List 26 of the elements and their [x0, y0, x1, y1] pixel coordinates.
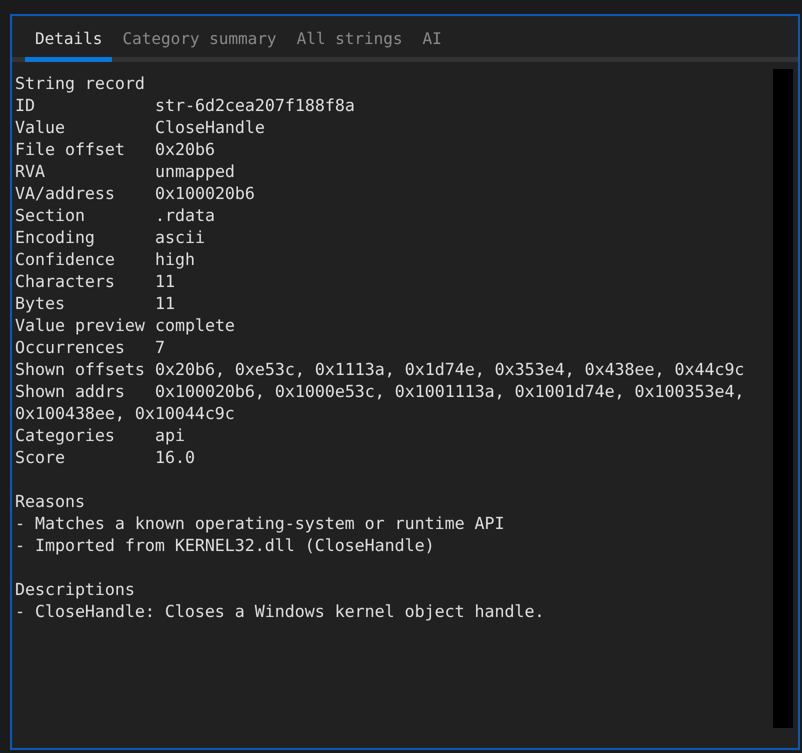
field-line: VA/address 0x100020b6 [15, 183, 256, 205]
field-line: Value CloseHandle [15, 117, 266, 139]
field-line: Section .rdata [15, 205, 216, 227]
tab[interactable]: AI [412, 26, 452, 62]
field-line: Occurrences 7 [15, 337, 166, 359]
field-line: File offset 0x20b6 [15, 139, 216, 161]
section-title: Descriptions [15, 579, 136, 601]
field-line: Value preview complete [15, 315, 236, 337]
field-line: Bytes 11 [15, 293, 176, 315]
record-title: String record [15, 73, 146, 95]
tab[interactable]: Details [25, 26, 112, 62]
list-item: - Imported from KERNEL32.dll (CloseHandle) [15, 535, 436, 557]
list-item: - Matches a known operating-system or runtime API [15, 513, 506, 535]
tab[interactable]: Category summary [112, 26, 287, 62]
field-line: Shown offsets 0x20b6, 0xe53c, 0x1113a, 0x1d74e, 0x353e4, 0x438ee, 0x44c9c [15, 359, 746, 381]
field-line: Confidence high [15, 249, 196, 271]
field-line: Categories api [15, 425, 186, 447]
field-line: Characters 11 [15, 271, 176, 293]
field-line: RVA unmapped [15, 161, 236, 183]
field-line: ID str-6d2cea207f188f8a [15, 95, 356, 117]
list-item: - CloseHandle: Closes a Windows kernel object handle. [15, 601, 546, 623]
scrollbar[interactable] [773, 69, 793, 728]
section-title: Reasons [15, 491, 86, 513]
tab[interactable]: All strings [286, 26, 413, 62]
field-line: Score 16.0 [15, 447, 196, 469]
field-line: Encoding ascii [15, 227, 206, 249]
